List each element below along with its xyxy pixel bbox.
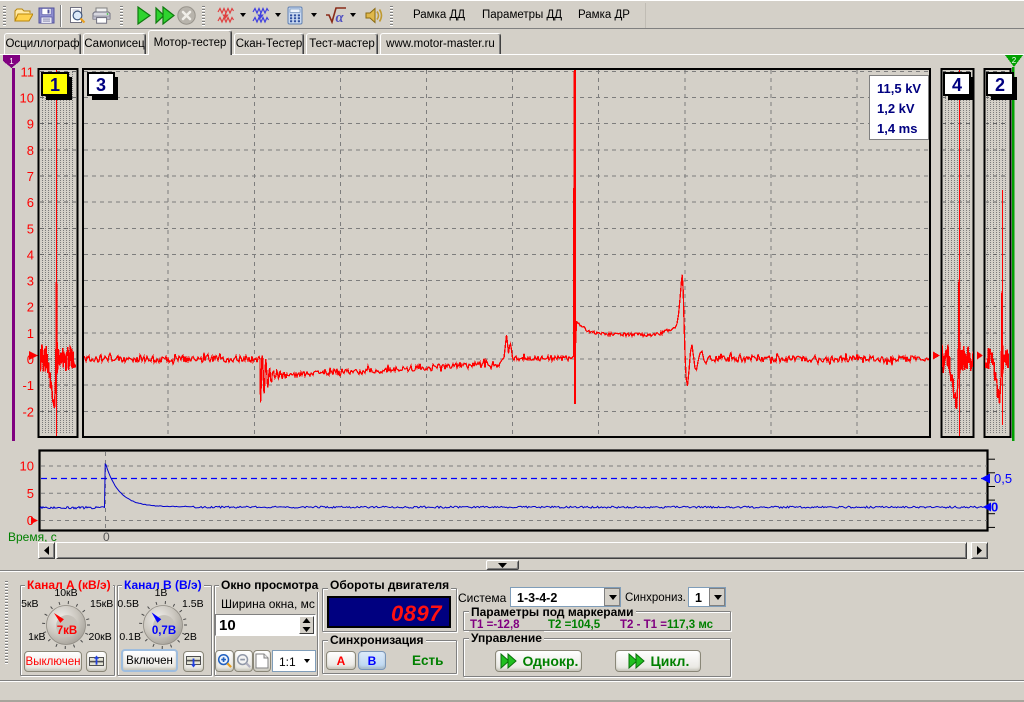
svg-text:1.5В: 1.5В — [182, 598, 204, 610]
svg-text:0,7В: 0,7В — [152, 625, 176, 637]
svg-text:0.1В: 0.1В — [119, 631, 141, 643]
svg-text:0.5В: 0.5В — [117, 598, 139, 610]
svg-text:10кВ: 10кВ — [54, 587, 77, 599]
svg-text:5кВ: 5кВ — [21, 598, 38, 610]
svg-text:1кВ: 1кВ — [28, 631, 45, 643]
svg-text:2В: 2В — [184, 631, 197, 643]
svg-text:7кВ: 7кВ — [57, 625, 77, 637]
svg-text:1В: 1В — [155, 587, 168, 599]
